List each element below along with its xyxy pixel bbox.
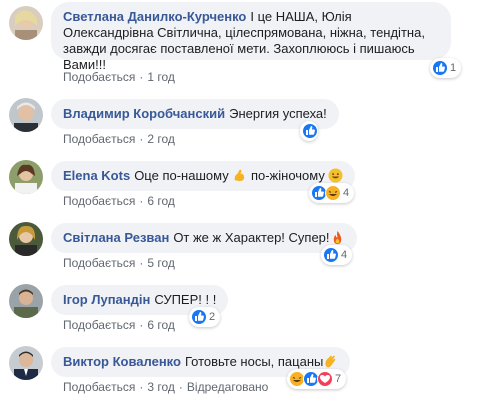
comment-text: СУПЕР! ! !	[154, 292, 217, 307]
comment-meta: Подобається · 5 год	[63, 256, 175, 270]
timestamp[interactable]: 1 год	[147, 70, 175, 84]
like-link[interactable]: Подобається	[63, 380, 135, 394]
reaction-summary[interactable]: 7	[287, 369, 347, 389]
author-name[interactable]: Светлана Данилко-Курченко	[63, 9, 246, 24]
timestamp[interactable]: 5 год	[147, 256, 175, 270]
comment-text: Энергия успеха!	[229, 106, 327, 121]
timestamp[interactable]: 3 год	[147, 380, 175, 394]
comment-text: Готовьте носы, пацаны	[184, 354, 324, 369]
reaction-count: 7	[335, 373, 342, 385]
comment-meta: Подобається · 3 год · Відредаговано	[63, 380, 269, 394]
thumbs-up-icon	[432, 60, 448, 76]
comment-meta: Подобається · 1 год	[63, 70, 175, 84]
comment-text-continued: по-жіночому	[250, 168, 325, 183]
author-name[interactable]: Виктор Коваленко	[63, 354, 181, 369]
comment-bubble: Светлана Данилко-Курченко І це НАША, Юлія…	[51, 2, 451, 72]
edited-label[interactable]: Відредаговано	[187, 380, 268, 394]
author-name[interactable]: Світлана Резван	[63, 230, 169, 245]
reaction-summary[interactable]: 4	[309, 183, 355, 203]
avatar[interactable]	[9, 98, 43, 132]
avatar[interactable]	[9, 346, 43, 380]
comment-text: Оце по-нашому	[134, 168, 229, 183]
avatar[interactable]	[9, 160, 43, 194]
reaction-count: 2	[209, 311, 216, 323]
laugh-icon	[325, 185, 341, 201]
clap-hands-icon	[323, 354, 338, 369]
fire-icon	[330, 230, 345, 245]
timestamp[interactable]: 6 год	[147, 318, 175, 332]
timestamp[interactable]: 6 год	[147, 194, 175, 208]
reaction-summary[interactable]: 4	[321, 245, 353, 265]
avatar[interactable]	[9, 284, 43, 318]
thumbs-up-icon	[191, 309, 207, 325]
comment-meta: Подобається · 6 год	[63, 318, 175, 332]
timestamp[interactable]: 2 год	[147, 132, 175, 146]
like-link[interactable]: Подобається	[63, 132, 135, 146]
avatar[interactable]	[9, 222, 43, 256]
heart-icon	[317, 371, 333, 387]
comment-meta: Подобається · 2 год	[63, 132, 175, 146]
reaction-summary[interactable]	[300, 121, 318, 141]
comment-meta: Подобається · 6 год	[63, 194, 175, 208]
author-name[interactable]: Владимир Коробчанский	[63, 106, 225, 121]
comment-bubble: Владимир Коробчанский Энергия успеха!	[51, 99, 339, 129]
avatar[interactable]	[9, 6, 43, 40]
thumbs-up-icon	[323, 247, 339, 263]
reaction-summary[interactable]: 1	[430, 58, 462, 78]
reaction-count: 1	[450, 62, 457, 74]
grin-icon	[328, 168, 344, 183]
comment-text: От же ж Характер! Супер!	[173, 230, 330, 245]
flexed-biceps-icon	[232, 168, 247, 183]
author-name[interactable]: Elena Kots	[63, 168, 130, 183]
reaction-count: 4	[341, 249, 348, 261]
like-link[interactable]: Подобається	[63, 256, 135, 270]
reaction-summary[interactable]: 2	[189, 307, 221, 327]
thumbs-up-icon	[302, 123, 318, 139]
reaction-count: 4	[343, 187, 350, 199]
comment-bubble: Світлана Резван От же ж Характер! Супер!	[51, 223, 357, 253]
like-link[interactable]: Подобається	[63, 318, 135, 332]
author-name[interactable]: Ігор Лупандін	[63, 292, 150, 307]
like-link[interactable]: Подобається	[63, 194, 135, 208]
like-link[interactable]: Подобається	[63, 70, 135, 84]
